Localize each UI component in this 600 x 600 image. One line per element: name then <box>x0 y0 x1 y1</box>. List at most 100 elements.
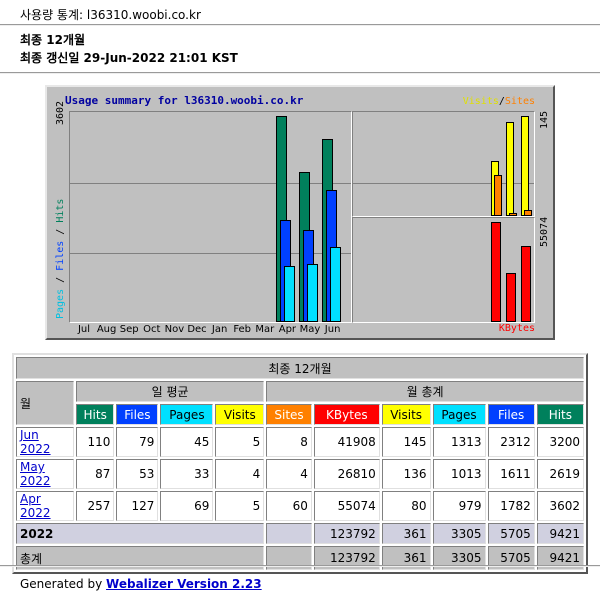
col-files: Files <box>487 404 535 425</box>
divider <box>0 72 600 74</box>
visits-bar <box>521 116 529 216</box>
year-label: 2022 <box>16 523 265 544</box>
month-tick-label: Mar <box>255 324 275 335</box>
visits-sites-plot <box>352 111 535 217</box>
right-top-max-label: 145 <box>539 110 550 129</box>
legend-visits: Visits <box>462 96 499 107</box>
month-cell[interactable]: Jun 2022 <box>16 427 74 457</box>
webalizer-link[interactable]: Webalizer Version 2.23 <box>106 577 262 591</box>
col-kbytes: KBytes <box>313 404 380 425</box>
sites-bar <box>509 213 517 216</box>
visits-cell: 136 <box>381 459 431 489</box>
col-visits: Visits <box>381 404 431 425</box>
daily-hits-cell: 87 <box>76 459 115 489</box>
usage-summary-graph: Usage summary for l36310.woobi.co.kr Vis… <box>45 85 555 340</box>
pages-cell: 979 <box>432 491 486 521</box>
pages-cell: 1313 <box>432 427 486 457</box>
left-axis-max-label: 3602 <box>55 100 66 125</box>
table-row: Apr 2022 257 127 69 5 60 55074 80 979 17… <box>16 491 584 521</box>
table-row: Jun 2022 110 79 45 5 8 41908 145 1313 23… <box>16 427 584 457</box>
visits-bar <box>506 122 514 216</box>
sites-cell: 4 <box>266 459 312 489</box>
year-files-cell: 5705 <box>487 523 535 544</box>
visits-cell: 80 <box>381 491 431 521</box>
month-tick-label: Apr <box>278 324 297 335</box>
table-row: May 2022 87 53 33 4 4 26810 136 1013 161… <box>16 459 584 489</box>
axis-legend-files: Files <box>55 240 66 271</box>
sites-cell: 8 <box>266 427 312 457</box>
month-cell[interactable]: May 2022 <box>16 459 74 489</box>
page-title: 사용량 통계: l36310.woobi.co.kr <box>20 8 201 22</box>
month-tick-label: Jan <box>211 324 228 335</box>
month-tick-label: Aug <box>96 324 117 335</box>
daily-average-header: 일 평균 <box>76 381 265 402</box>
col-pages: Pages <box>432 404 486 425</box>
files-cell: 2312 <box>487 427 535 457</box>
pages-bar <box>284 266 296 322</box>
sites-bar <box>494 174 502 216</box>
month-tick-label: Sep <box>119 324 139 335</box>
month-link[interactable]: May 2022 <box>20 460 51 488</box>
year-kbytes-cell: 123792 <box>313 523 380 544</box>
daily-visits-cell: 5 <box>215 427 265 457</box>
daily-pages-cell: 33 <box>160 459 214 489</box>
daily-files-cell: 53 <box>116 459 159 489</box>
kbytes-label: KBytes <box>498 323 535 334</box>
report-period: 최종 12개월 최종 갱신일 29-Jun-2022 21:01 KST <box>20 31 238 67</box>
axis-legend-pages: Pages <box>55 288 66 319</box>
hits-cell: 3602 <box>536 491 584 521</box>
month-tick-label: Nov <box>164 324 185 335</box>
daily-pages-cell: 69 <box>160 491 214 521</box>
daily-hits-cell: 257 <box>76 491 115 521</box>
month-tick-label: Dec <box>187 324 207 335</box>
month-link[interactable]: Apr 2022 <box>20 492 51 520</box>
footer: Generated by Webalizer Version 2.23 <box>20 577 262 591</box>
monthly-stats-table: 최종 12개월 월 일 평균 월 총계 Hits Files Pages Vis… <box>12 353 588 574</box>
daily-pages-cell: 45 <box>160 427 214 457</box>
daily-visits-cell: 4 <box>215 459 265 489</box>
col-daily-visits: Visits <box>215 404 265 425</box>
month-column-header: 월 <box>16 381 74 425</box>
month-tick-label: May <box>299 324 321 335</box>
visits-cell: 145 <box>381 427 431 457</box>
month-tick-label: Jun <box>324 324 341 335</box>
col-daily-hits: Hits <box>76 404 115 425</box>
kbytes-cell: 55074 <box>313 491 380 521</box>
files-cell: 1611 <box>487 459 535 489</box>
hits-files-pages-plot <box>69 111 352 323</box>
month-link[interactable]: Jun 2022 <box>20 428 51 456</box>
pages-bar <box>307 264 318 322</box>
kbytes-cell: 41908 <box>313 427 380 457</box>
month-cell[interactable]: Apr 2022 <box>16 491 74 521</box>
daily-hits-cell: 110 <box>76 427 115 457</box>
col-sites: Sites <box>266 404 312 425</box>
kbytes-bar <box>491 222 501 322</box>
kbytes-cell: 26810 <box>313 459 380 489</box>
year-visits-cell: 361 <box>381 523 431 544</box>
daily-files-cell: 127 <box>116 491 159 521</box>
daily-visits-cell: 5 <box>215 491 265 521</box>
visits-sites-legend: Visits/Sites <box>463 96 535 107</box>
year-sites-cell <box>266 523 312 544</box>
monthly-total-header: 월 총계 <box>266 381 584 402</box>
table-title: 최종 12개월 <box>16 357 584 379</box>
divider <box>0 24 600 26</box>
year-pages-cell: 3305 <box>432 523 486 544</box>
pages-bar <box>329 246 341 322</box>
col-daily-files: Files <box>116 404 159 425</box>
kbytes-bar <box>521 245 531 322</box>
col-hits: Hits <box>536 404 584 425</box>
hits-cell: 3200 <box>536 427 584 457</box>
period-label: 최종 12개월 <box>20 33 86 47</box>
sites-bar <box>524 210 532 216</box>
axis-legend-hits: Hits <box>55 198 66 223</box>
last-updated: 최종 갱신일 29-Jun-2022 21:01 KST <box>20 51 238 65</box>
kbytes-bar <box>506 273 516 322</box>
hits-cell: 2619 <box>536 459 584 489</box>
graph-title: Usage summary for l36310.woobi.co.kr <box>65 94 304 107</box>
left-axis-legend: Pages / Files / Hits <box>55 198 66 319</box>
month-tick-label: Oct <box>143 324 161 335</box>
col-daily-pages: Pages <box>160 404 214 425</box>
footer-prefix: Generated by <box>20 577 103 591</box>
month-tick-label: Feb <box>233 324 252 335</box>
